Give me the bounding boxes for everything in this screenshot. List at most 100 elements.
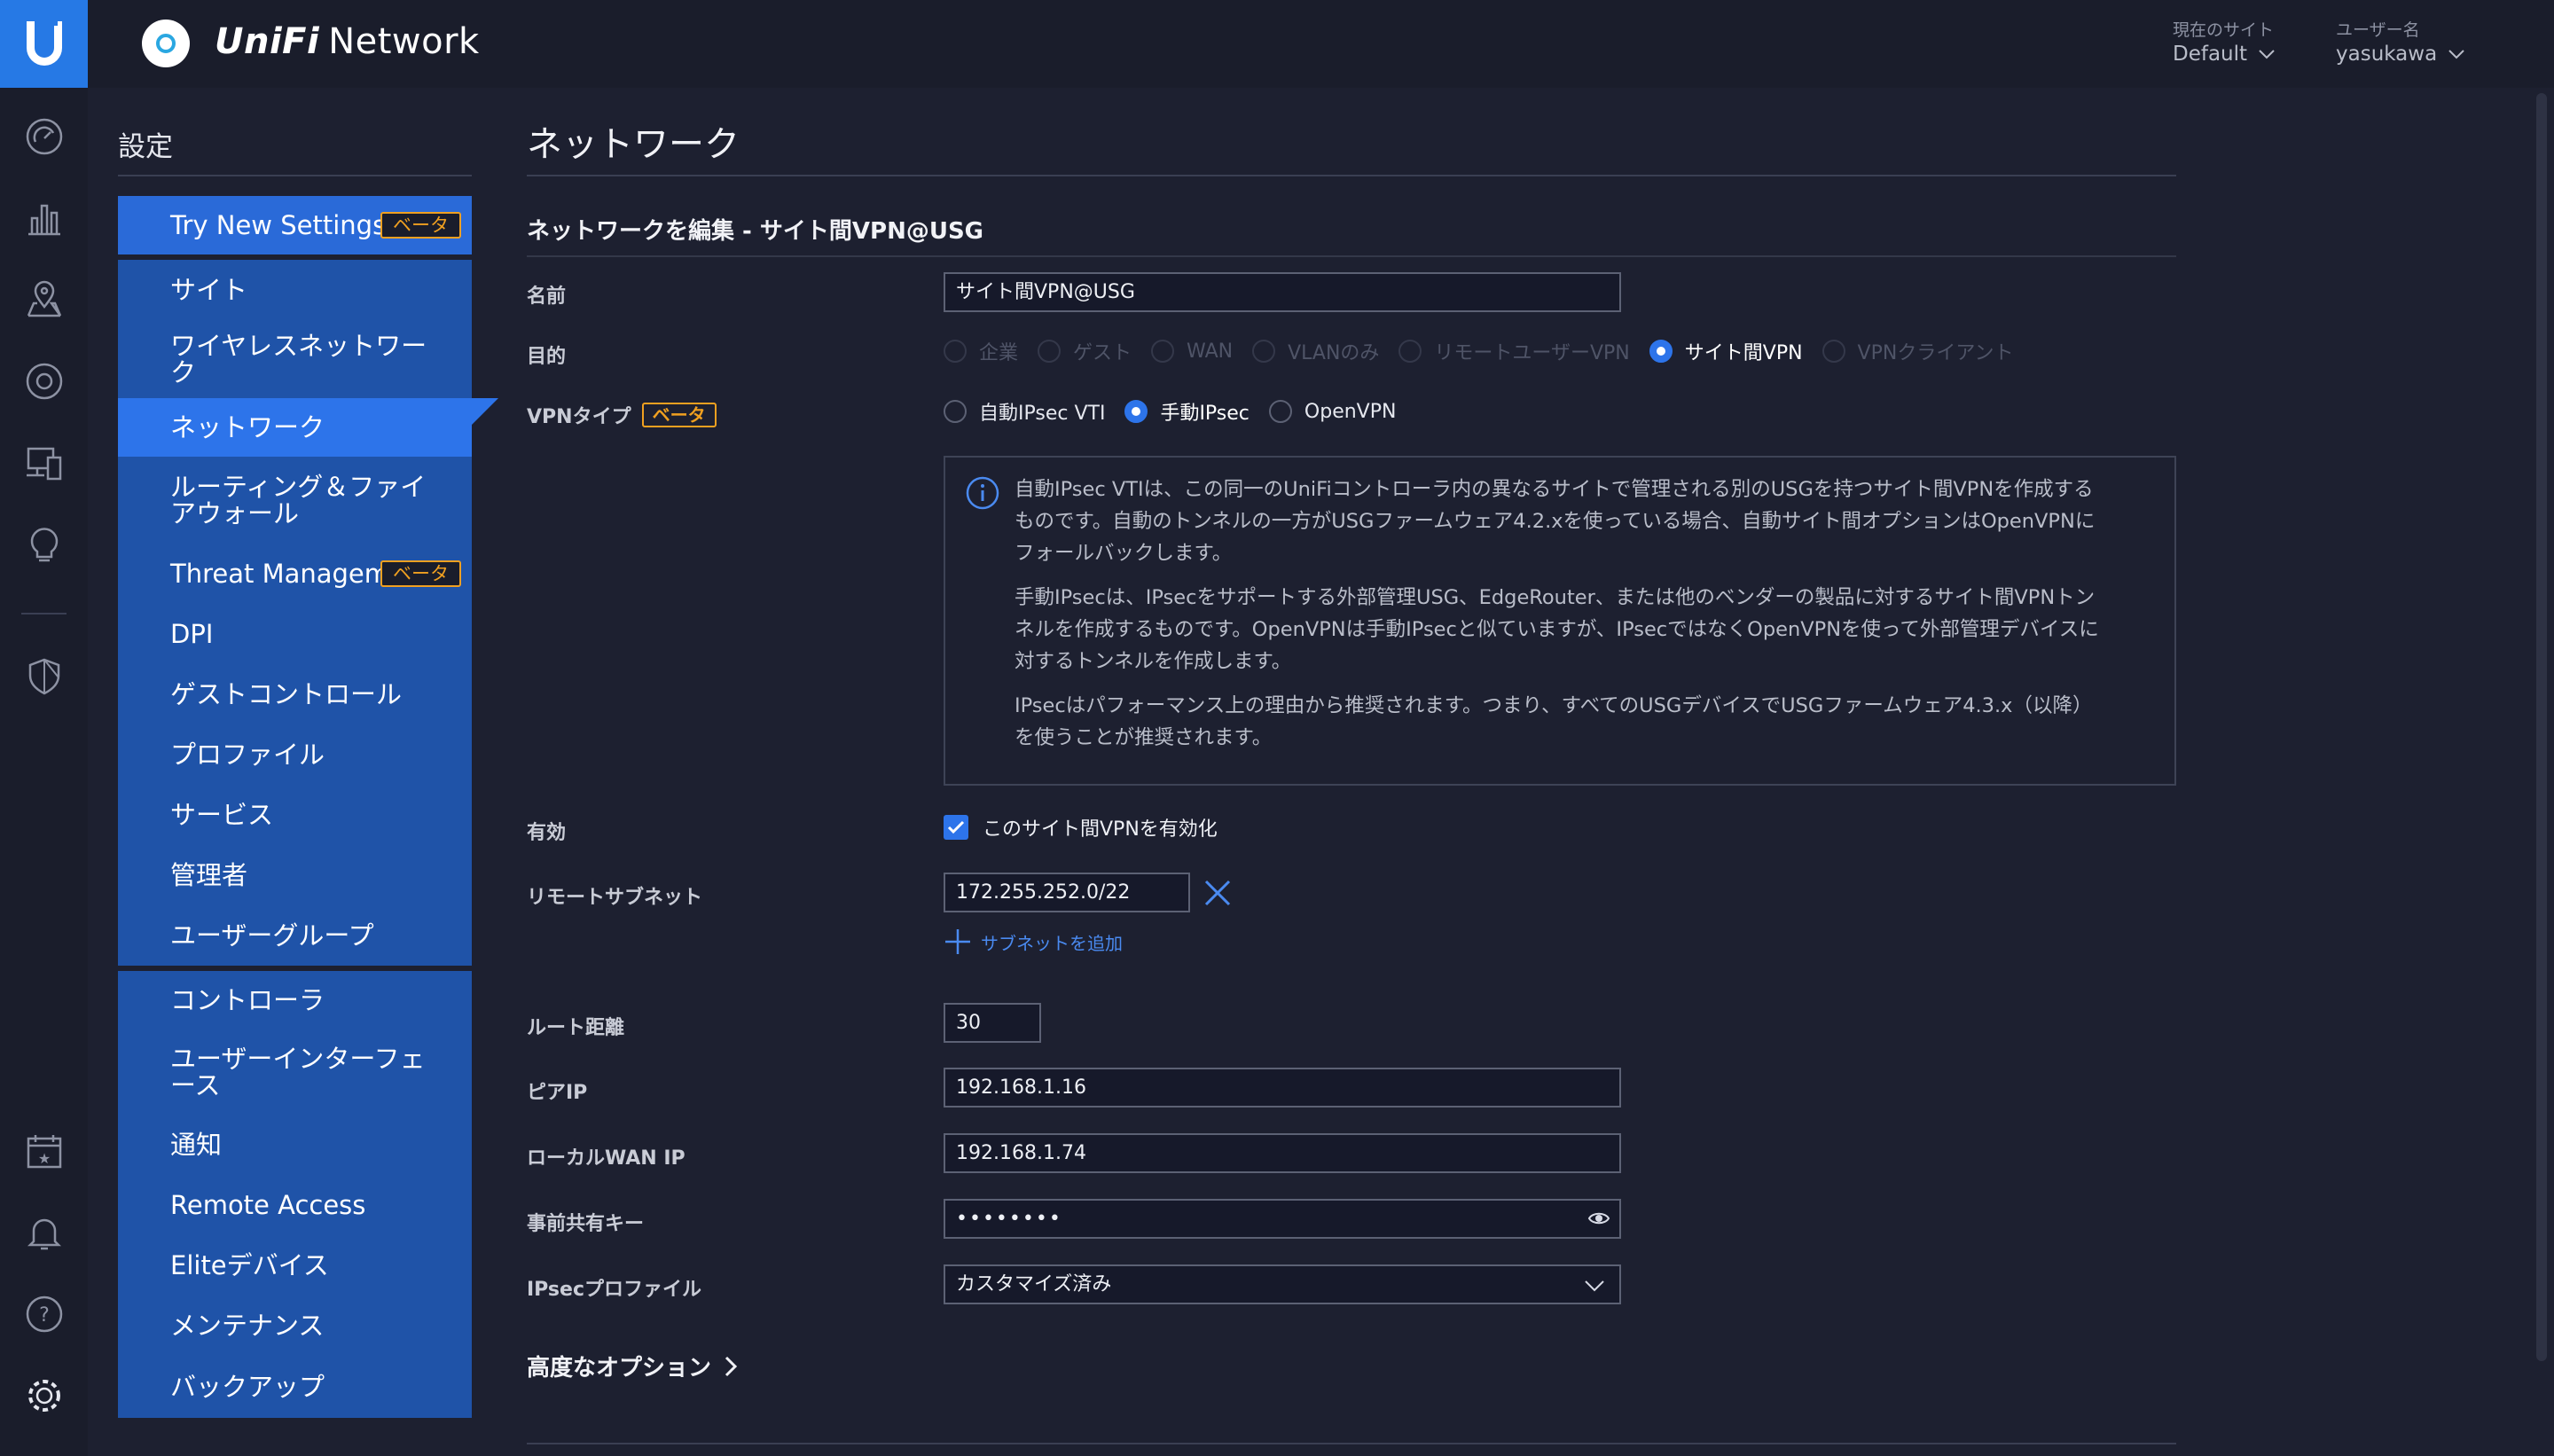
settings-nav: Try New Settings ベータ サイト ワイヤレスネットワーク ネット… xyxy=(118,196,498,1418)
pre-shared-key-input[interactable]: •••••••• xyxy=(944,1199,1621,1239)
nav-item-routing-firewall[interactable]: ルーティング＆ファイ アウォール xyxy=(118,457,472,544)
info-paragraph-auto-ipsec: 自動IPsec VTIは、この同一のUniFiコントローラ内の異なるサイトで管理… xyxy=(1015,478,2096,565)
vpn-info-box: 自動IPsec VTIは、この同一のUniFiコントローラ内の異なるサイトで管理… xyxy=(944,456,2176,786)
site-label: 現在のサイト xyxy=(2173,20,2275,40)
nav-item-elite-devices[interactable]: Eliteデバイス xyxy=(118,1235,472,1296)
show-password-eye-icon[interactable] xyxy=(1587,1209,1610,1232)
nav-item-services[interactable]: サービス xyxy=(118,785,472,845)
nav-try-new-settings[interactable]: Try New Settings ベータ xyxy=(118,196,472,254)
purpose-radio-group: 企業 ゲスト WAN VLANのみ リモートユーザーVPN サイト間VPN VP… xyxy=(944,337,2033,365)
map-icon[interactable] xyxy=(24,279,65,320)
top-bar: UniFi Network 現在のサイト Default ユーザー名 yasuka… xyxy=(0,0,2554,88)
peer-ip-label: ピアIP xyxy=(527,1082,588,1104)
nav-item-user-groups[interactable]: ユーザーグループ xyxy=(118,905,472,966)
network-app-icon[interactable] xyxy=(142,20,190,67)
chevron-right-icon xyxy=(725,1356,738,1376)
nav-item-maintenance[interactable]: メンテナンス xyxy=(118,1296,472,1356)
enable-vpn-checkbox[interactable]: このサイト間VPNを有効化 xyxy=(944,813,1218,842)
devices-icon[interactable] xyxy=(24,361,65,402)
purpose-remote-user-vpn-radio[interactable]: リモートユーザーVPN xyxy=(1398,337,1630,365)
purpose-guest-radio[interactable]: ゲスト xyxy=(1038,337,1132,365)
info-paragraph-manual-ipsec: 手動IPsecは、IPsecをサポートする外部管理USG、EdgeRouter、… xyxy=(1015,586,2099,673)
name-label: 名前 xyxy=(527,286,567,308)
user-label: ユーザー名 xyxy=(2336,20,2420,40)
vpn-type-label: VPNタイプ ベータ xyxy=(527,401,717,429)
svg-text:?: ? xyxy=(39,1304,50,1327)
beta-badge: ベータ xyxy=(380,560,461,587)
nav-item-dpi[interactable]: DPI xyxy=(118,604,472,664)
enabled-label: 有効 xyxy=(527,822,567,844)
purpose-vpn-client-radio[interactable]: VPNクライアント xyxy=(1821,337,2013,365)
pre-shared-key-label: 事前共有キー xyxy=(527,1213,645,1235)
name-input[interactable]: サイト間VPN@USG xyxy=(944,272,1621,312)
user-value: yasukawa xyxy=(2336,43,2438,66)
nav-item-controller[interactable]: コントローラ xyxy=(118,971,472,1029)
page-divider xyxy=(527,175,2176,176)
vpn-type-openvpn-radio[interactable]: OpenVPN xyxy=(1268,400,1396,423)
nav-item-threat-management[interactable]: Threat Management ベータ xyxy=(118,544,472,604)
statistics-icon[interactable] xyxy=(24,198,65,239)
clients-icon[interactable] xyxy=(24,442,65,483)
plus-icon xyxy=(945,929,970,954)
add-subnet-link[interactable]: サブネットを追加 xyxy=(944,928,1123,956)
nav-group-site: サイト ワイヤレスネットワーク ネットワーク ルーティング＆ファイ アウォール T… xyxy=(118,260,498,966)
app-title: UniFi Network xyxy=(215,21,480,62)
nav-item-backup[interactable]: バックアップ xyxy=(118,1356,472,1418)
purpose-vlan-only-radio[interactable]: VLANのみ xyxy=(1252,337,1379,365)
dashboard-icon[interactable] xyxy=(24,116,65,157)
purpose-corporate-radio[interactable]: 企業 xyxy=(944,337,1018,365)
ubiquiti-u-icon xyxy=(26,20,62,66)
events-calendar-icon[interactable]: ★ xyxy=(24,1131,65,1171)
insights-icon[interactable] xyxy=(24,524,65,565)
purpose-wan-radio[interactable]: WAN xyxy=(1151,340,1233,363)
ipsec-profile-label: IPsecプロファイル xyxy=(527,1279,701,1301)
threat-shield-icon[interactable] xyxy=(24,655,65,696)
advanced-options-toggle[interactable]: 高度なオプション xyxy=(527,1350,738,1382)
peer-ip-input[interactable]: 192.168.1.16 xyxy=(944,1068,1621,1108)
nav-item-notifications[interactable]: 通知 xyxy=(118,1115,472,1175)
nav-item-networks[interactable]: ネットワーク xyxy=(118,398,498,457)
route-distance-input[interactable]: 30 xyxy=(944,1003,1041,1043)
nav-item-site[interactable]: サイト xyxy=(118,260,472,320)
remote-subnet-label: リモートサブネット xyxy=(527,887,703,909)
nav-item-admins[interactable]: 管理者 xyxy=(118,845,472,905)
nav-group-top: Try New Settings ベータ xyxy=(118,196,472,254)
settings-gear-icon[interactable] xyxy=(24,1375,65,1416)
purpose-label: 目的 xyxy=(527,346,567,368)
info-paragraph-recommendation: IPsecはパフォーマンス上の理由から推奨されます。つまり、すべてのUSGデバイ… xyxy=(1015,694,2093,749)
bottom-divider xyxy=(527,1443,2176,1444)
nav-item-guest-control[interactable]: ゲストコントロール xyxy=(118,664,472,724)
settings-title: 設定 xyxy=(118,131,173,163)
ubiquiti-logo[interactable] xyxy=(0,0,88,88)
user-selector[interactable]: ユーザー名 yasukawa xyxy=(2336,20,2465,67)
nav-item-remote-access[interactable]: Remote Access xyxy=(118,1175,472,1235)
icon-rail: ★ ? xyxy=(0,88,88,1456)
chevron-down-icon xyxy=(2259,50,2275,59)
vpn-type-radio-group: 自動IPsec VTI 手動IPsec OpenVPN xyxy=(944,397,1415,426)
ipsec-profile-select[interactable]: カスタマイズ済み xyxy=(944,1264,1621,1304)
settings-divider xyxy=(118,175,472,176)
remote-subnet-input[interactable]: 172.255.252.0/22 xyxy=(944,873,1190,912)
nav-group-controller: コントローラ ユーザーインターフェ ース 通知 Remote Access Eli… xyxy=(118,971,472,1418)
checkmark-icon xyxy=(944,815,968,840)
site-selector[interactable]: 現在のサイト Default xyxy=(2173,20,2276,67)
vpn-type-manual-ipsec-radio[interactable]: 手動IPsec xyxy=(1124,397,1250,426)
purpose-site-to-site-vpn-radio[interactable]: サイト間VPN xyxy=(1649,337,1803,365)
nav-item-profiles[interactable]: プロファイル xyxy=(118,724,472,785)
section-divider xyxy=(527,255,2176,257)
chevron-down-icon xyxy=(1584,1279,1605,1296)
local-wan-ip-input[interactable]: 192.168.1.74 xyxy=(944,1133,1621,1173)
page-title: ネットワーク xyxy=(527,124,740,165)
section-title: ネットワークを編集 - サイト間VPN@USG xyxy=(527,218,984,245)
vpn-type-auto-ipsec-vti-radio[interactable]: 自動IPsec VTI xyxy=(944,397,1105,426)
beta-badge: ベータ xyxy=(380,212,461,239)
local-wan-ip-label: ローカルWAN IP xyxy=(527,1147,686,1170)
help-icon[interactable]: ? xyxy=(24,1294,65,1335)
info-icon xyxy=(965,475,1000,521)
scrollbar[interactable] xyxy=(2536,93,2547,1361)
nav-item-user-interface[interactable]: ユーザーインターフェ ース xyxy=(118,1029,472,1115)
route-distance-label: ルート距離 xyxy=(527,1017,625,1039)
nav-item-wireless[interactable]: ワイヤレスネットワーク xyxy=(118,320,472,398)
remove-subnet-icon[interactable] xyxy=(1203,878,1233,912)
alerts-bell-icon[interactable] xyxy=(24,1212,65,1253)
